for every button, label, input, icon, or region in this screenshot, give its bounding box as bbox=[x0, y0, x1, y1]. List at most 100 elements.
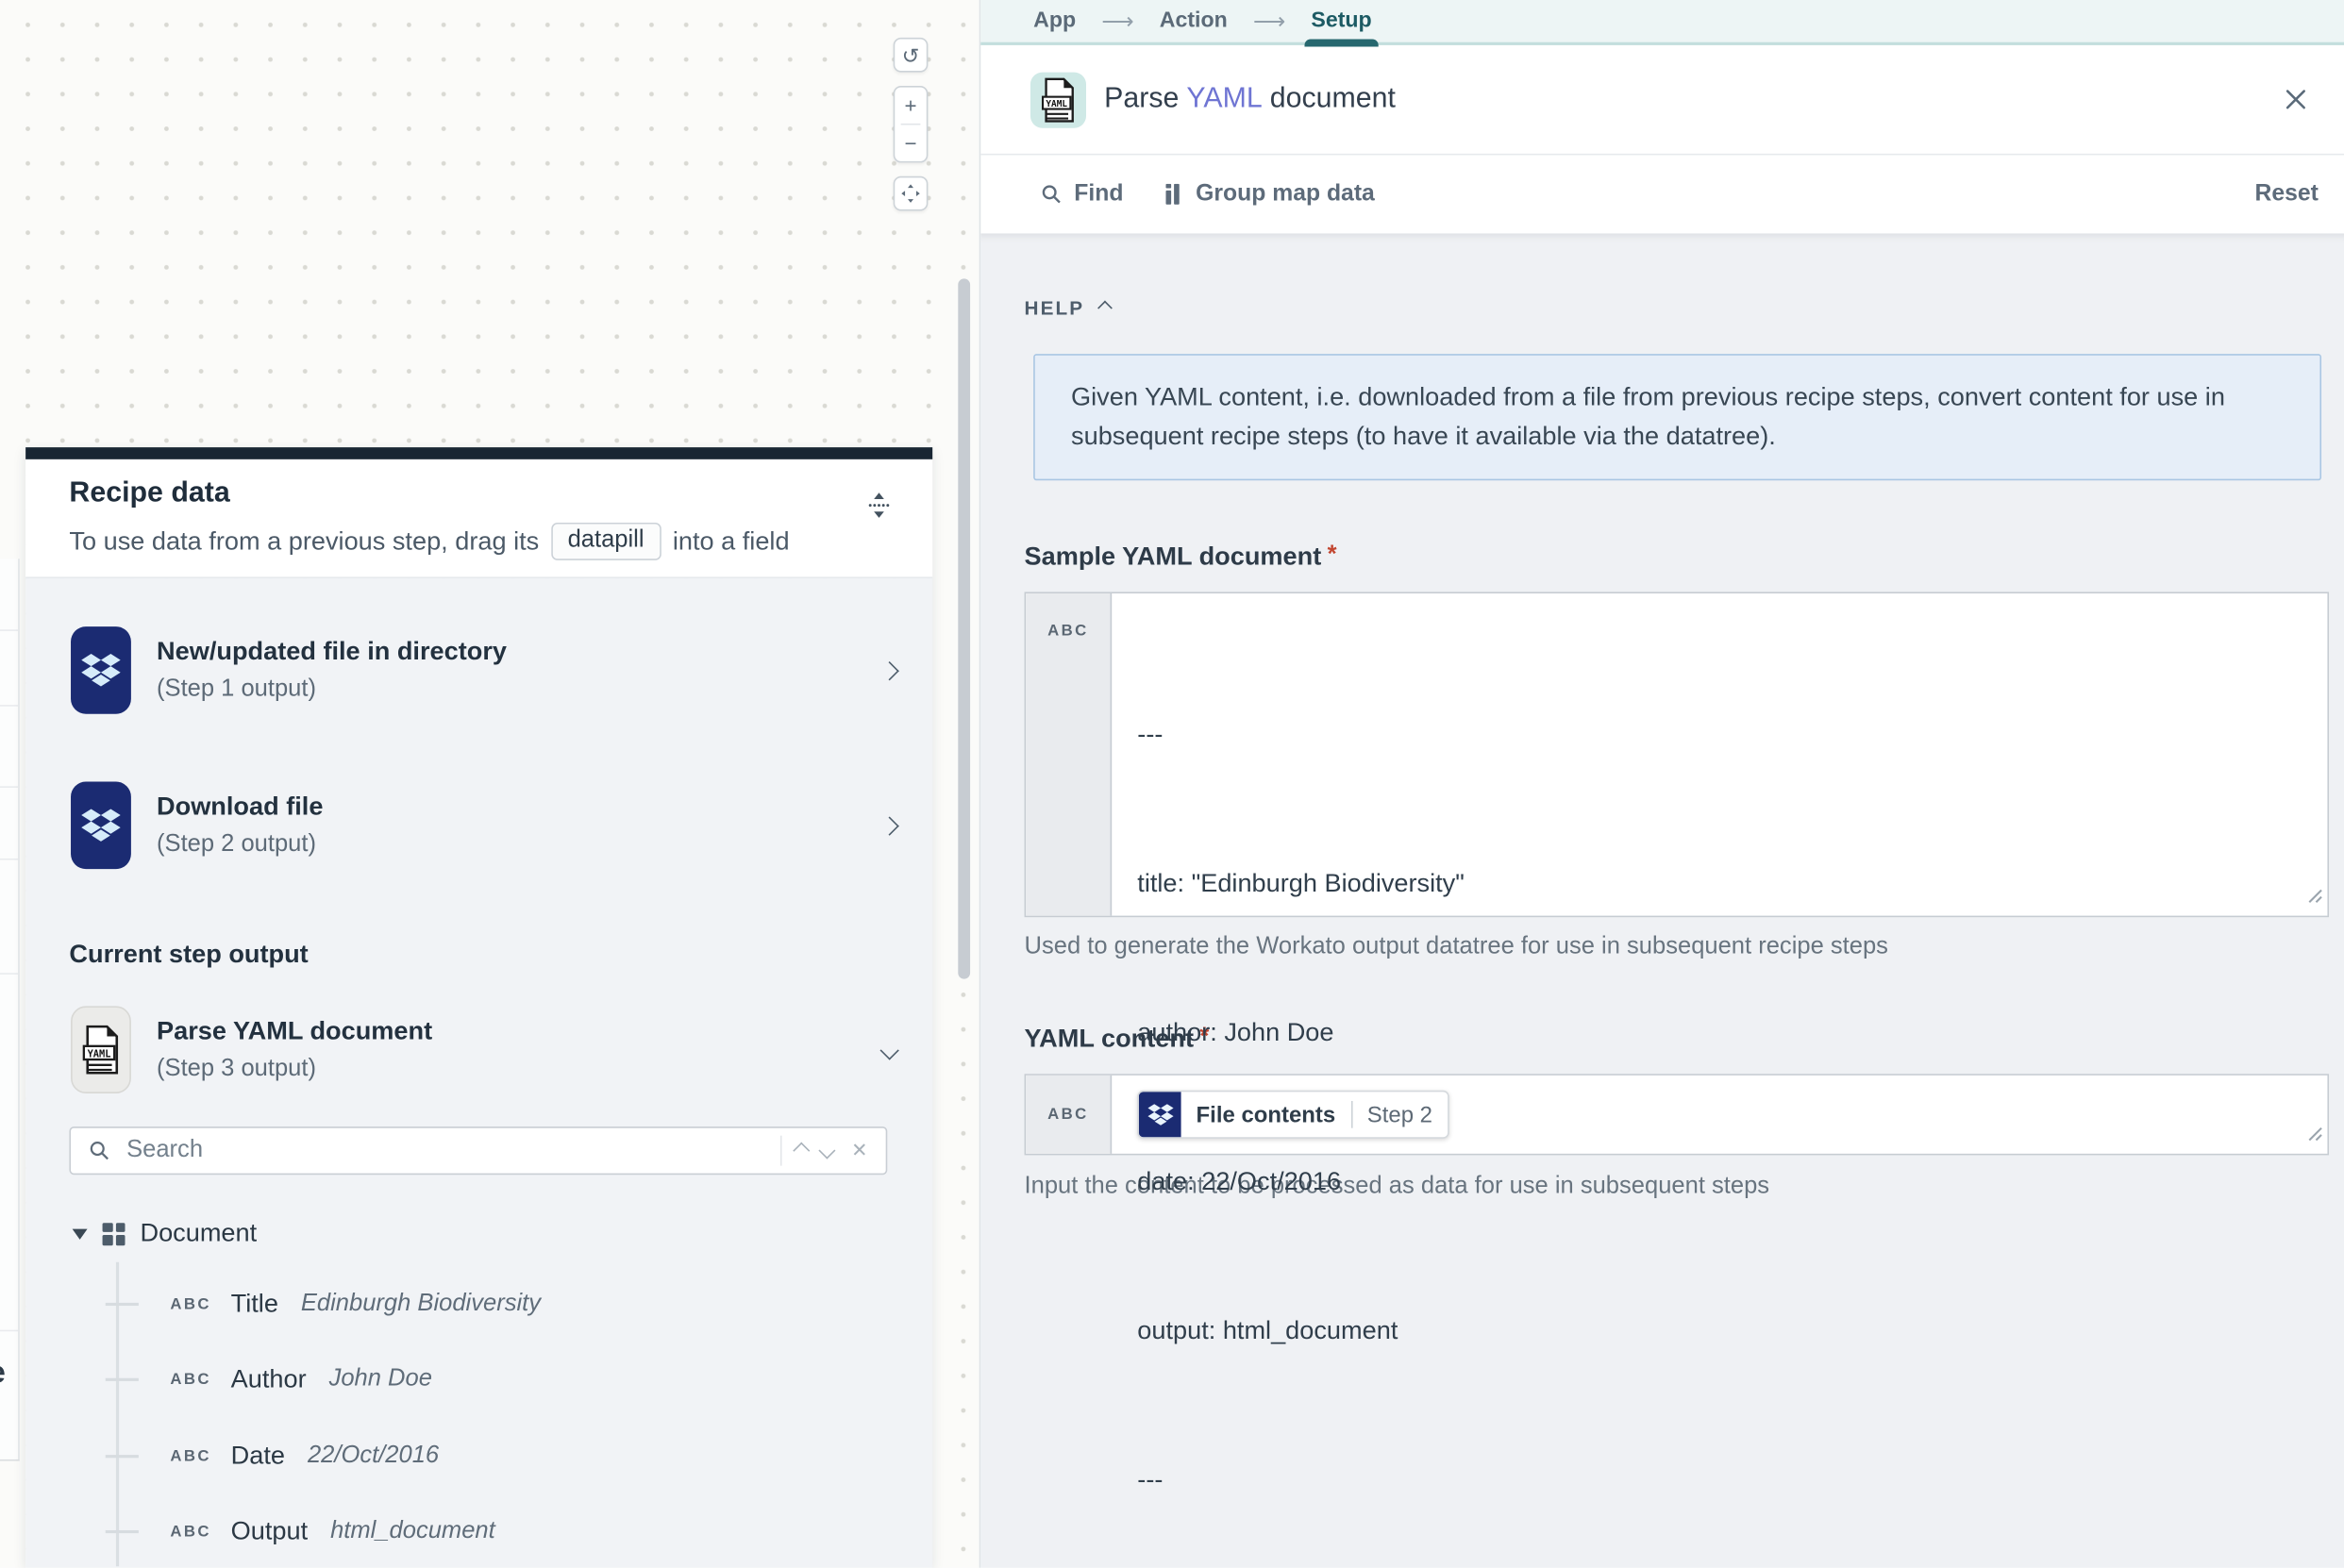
arrow-right-icon: ⟶ bbox=[1253, 8, 1285, 35]
current-step-output-heading: Current step output bbox=[69, 940, 308, 970]
sample-yaml-label: Sample YAML document* bbox=[1025, 542, 2329, 573]
datapill-chip: datapill bbox=[551, 523, 661, 560]
datapill-sample-value: Edinburgh Biodiversity bbox=[301, 1291, 541, 1318]
close-icon bbox=[2284, 88, 2308, 112]
search-clear-button[interactable]: ✕ bbox=[851, 1139, 867, 1163]
step-title: Parse YAML document bbox=[157, 1017, 432, 1047]
field-label-text: Sample YAML document bbox=[1025, 542, 1322, 571]
reset-view-button[interactable]: ↺ bbox=[894, 38, 929, 73]
svg-text:YAML: YAML bbox=[88, 1048, 111, 1059]
chevron-right-icon[interactable] bbox=[880, 660, 899, 679]
setup-toolbar: Find Group map data Reset bbox=[980, 155, 2344, 233]
hint-text-before: To use data from a previous step, drag i… bbox=[69, 526, 539, 557]
search-input[interactable] bbox=[124, 1136, 767, 1166]
string-type-icon: ABC bbox=[1047, 1106, 1089, 1124]
help-text: Given YAML content, i.e. downloaded from… bbox=[1071, 382, 2225, 450]
tree-node-document[interactable]: Document bbox=[73, 1217, 258, 1250]
step-output-row-2[interactable]: Download file (Step 2 output) bbox=[71, 782, 896, 870]
action-header: YAML ParseYAMLdocument bbox=[980, 45, 2344, 156]
sample-yaml-content[interactable]: --- title: "Edinburgh Biodiversity" auth… bbox=[1112, 593, 1465, 916]
search-next-button[interactable] bbox=[819, 1143, 836, 1159]
yaml-line: output: html_document bbox=[1137, 1306, 1465, 1356]
step-texts: Parse YAML document (Step 3 output) bbox=[157, 1017, 432, 1083]
divider bbox=[780, 1136, 782, 1166]
tree-node-label: Document bbox=[140, 1218, 257, 1248]
drag-handle-icon bbox=[868, 491, 891, 519]
breadcrumb-setup-label: Setup bbox=[1311, 9, 1371, 34]
step-output-row-1[interactable]: New/updated file in directory (Step 1 ou… bbox=[71, 626, 896, 714]
reset-button[interactable]: Reset bbox=[2254, 181, 2318, 209]
datapill-label: Author bbox=[231, 1364, 307, 1394]
clipped-text-fragment: e bbox=[0, 1356, 6, 1392]
setup-form: HELP Given YAML content, i.e. downloaded… bbox=[980, 233, 2344, 1567]
tree-tick bbox=[106, 1303, 139, 1306]
title-part: document bbox=[1270, 83, 1396, 115]
title-highlight: YAML bbox=[1186, 83, 1262, 115]
sample-yaml-field[interactable]: ABC --- title: "Edinburgh Biodiversity" … bbox=[1025, 592, 2329, 917]
workato-recipe-editor: ↺ + − e Recipe dat bbox=[0, 0, 2344, 1568]
close-panel-button[interactable] bbox=[2278, 81, 2314, 117]
group-map-data-button[interactable]: Group map data bbox=[1164, 181, 1375, 209]
title-part: Parse bbox=[1104, 83, 1179, 115]
yaml-document-icon: YAML bbox=[71, 1006, 131, 1093]
field-type-gutter: ABC bbox=[1026, 593, 1112, 916]
help-section-toggle[interactable]: HELP bbox=[1025, 296, 2329, 319]
find-label: Find bbox=[1074, 181, 1123, 209]
yaml-line: author: John Doe bbox=[1137, 1008, 1465, 1058]
help-heading-label: HELP bbox=[1025, 296, 1085, 319]
step-title: Download file bbox=[157, 792, 323, 823]
object-grid-icon bbox=[103, 1222, 126, 1244]
action-title: ParseYAMLdocument bbox=[1104, 83, 1396, 116]
background-panel-fragment: e bbox=[0, 559, 20, 1460]
recipe-data-title: Recipe data bbox=[69, 477, 890, 510]
datapill-sample-value: John Doe bbox=[329, 1366, 432, 1393]
datapill-label: Output bbox=[231, 1517, 308, 1547]
file-contents-datapill[interactable]: File contents Step 2 bbox=[1137, 1091, 1448, 1139]
datatree-search: ✕ bbox=[69, 1126, 887, 1175]
datapill-sample-value: html_document bbox=[330, 1518, 495, 1545]
breadcrumb-app[interactable]: App bbox=[1033, 9, 1076, 34]
datapill-output[interactable]: ABC Output html_document bbox=[106, 1513, 495, 1549]
resize-grip-icon[interactable] bbox=[2308, 1122, 2323, 1149]
recipe-data-panel: Recipe data To use data from a previous … bbox=[25, 447, 932, 1568]
vertical-scrollbar[interactable] bbox=[958, 278, 970, 978]
chevron-right-icon[interactable] bbox=[880, 816, 899, 835]
divider bbox=[0, 973, 18, 975]
dropbox-icon bbox=[1139, 1091, 1181, 1139]
breadcrumb-action[interactable]: Action bbox=[1160, 9, 1228, 34]
panel-resize-handle[interactable] bbox=[868, 491, 891, 526]
datapill-label: Title bbox=[231, 1290, 278, 1320]
tree-tick bbox=[106, 1455, 139, 1458]
datapill-author[interactable]: ABC Author John Doe bbox=[106, 1361, 432, 1397]
dropbox-icon bbox=[71, 782, 131, 870]
datapill-hint: To use data from a previous step, drag i… bbox=[69, 523, 890, 560]
pan-view-button[interactable] bbox=[894, 176, 929, 211]
breadcrumb-setup[interactable]: Setup bbox=[1311, 9, 1371, 34]
zoom-in-button[interactable]: + bbox=[895, 88, 927, 124]
step-title: New/updated file in directory bbox=[157, 637, 507, 667]
datapill-label: Date bbox=[231, 1442, 285, 1472]
panel-accent-bar bbox=[25, 447, 932, 459]
group-columns-icon bbox=[1164, 184, 1184, 205]
field-type-gutter: ABC bbox=[1026, 1076, 1112, 1154]
tree-tick bbox=[106, 1530, 139, 1533]
yaml-line: --- bbox=[1137, 709, 1465, 759]
datapill-date[interactable]: ABC Date 22/Oct/2016 bbox=[106, 1439, 439, 1475]
recipe-data-body: New/updated file in directory (Step 1 ou… bbox=[25, 578, 932, 1568]
yaml-line: --- bbox=[1137, 1455, 1465, 1505]
datapill-title[interactable]: ABC Title Edinburgh Biodiversity bbox=[106, 1286, 541, 1322]
resize-grip-icon[interactable] bbox=[2308, 884, 2323, 911]
active-tab-underline bbox=[1305, 40, 1378, 47]
arrow-right-icon: ⟶ bbox=[1101, 8, 1133, 35]
hint-text-after: into a field bbox=[673, 526, 790, 557]
breadcrumb: App ⟶ Action ⟶ Setup bbox=[980, 0, 2344, 45]
caret-down-icon[interactable] bbox=[73, 1228, 88, 1239]
current-step-row[interactable]: YAML Parse YAML document (Step 3 output) bbox=[71, 1006, 896, 1093]
string-type-icon: ABC bbox=[170, 1447, 211, 1465]
chevron-down-icon[interactable] bbox=[880, 1041, 899, 1059]
yaml-content-field[interactable]: ABC File contents Step 2 bbox=[1025, 1074, 2329, 1155]
search-previous-button[interactable] bbox=[793, 1143, 810, 1159]
find-button[interactable]: Find bbox=[1041, 181, 1123, 209]
search-icon bbox=[1041, 184, 1062, 205]
zoom-out-button[interactable]: − bbox=[895, 125, 927, 161]
